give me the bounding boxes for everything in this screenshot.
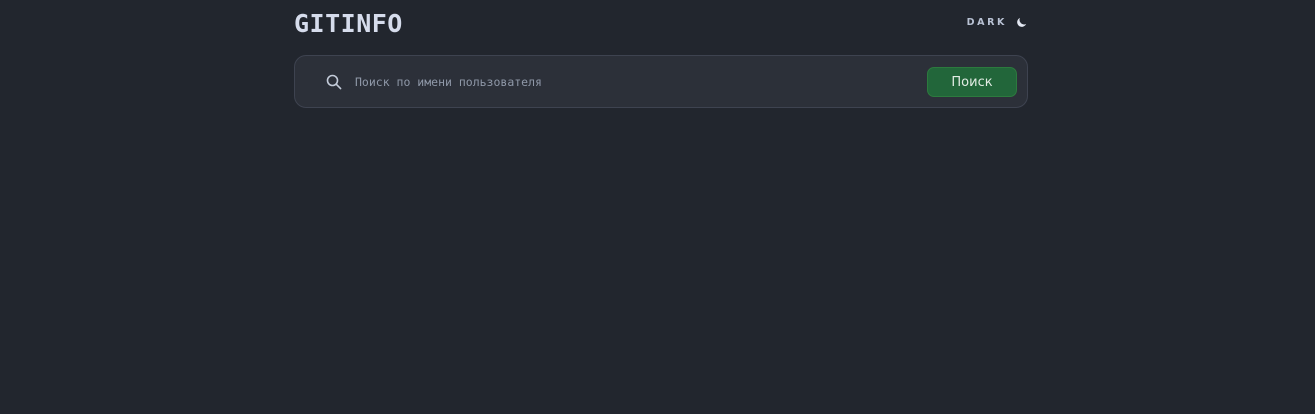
theme-label: DARK [966, 17, 1007, 28]
theme-toggle[interactable]: DARK [967, 16, 1028, 29]
search-button[interactable]: Поиск [927, 67, 1017, 97]
header: GITINFO DARK [294, 0, 1028, 50]
page-container: GITINFO DARK Поиск [294, 0, 1028, 108]
search-input[interactable] [355, 70, 915, 94]
app-logo[interactable]: GITINFO [294, 9, 403, 39]
search-card: Поиск [294, 55, 1028, 108]
moon-icon [1017, 17, 1027, 27]
search-icon [326, 74, 342, 90]
